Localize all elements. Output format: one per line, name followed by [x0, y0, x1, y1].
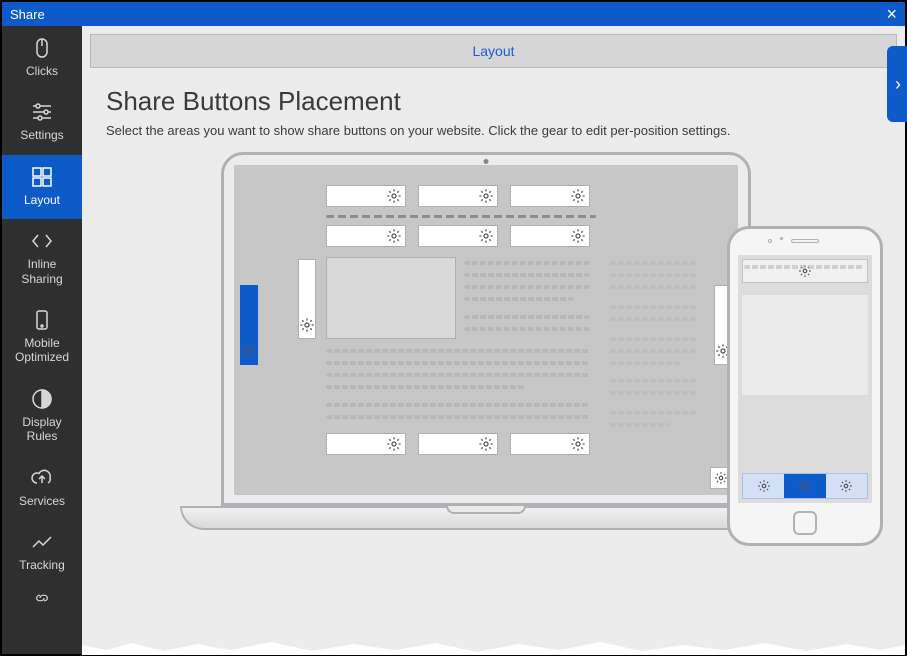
analytics-icon — [30, 530, 54, 554]
sidebar-item-label: Services — [19, 494, 65, 508]
laptop-camera-icon — [484, 159, 489, 164]
tab-label: Layout — [472, 43, 514, 59]
sidebar-item-tracking[interactable]: Tracking — [2, 520, 82, 584]
sidebar-item-display-rules[interactable]: Display Rules — [2, 377, 82, 456]
slot-top-center[interactable] — [418, 185, 498, 207]
slot-bottom-right[interactable] — [510, 433, 590, 455]
grid-icon — [30, 165, 54, 189]
phone-content-placeholder — [742, 295, 868, 395]
sidebar-item-settings[interactable]: Settings — [2, 90, 82, 154]
content-area: Layout Share Buttons Placement Select th… — [82, 26, 905, 654]
sidebar-item-label: Clicks — [26, 64, 58, 78]
sidebar-item-inline-sharing[interactable]: Inline Sharing — [2, 219, 82, 298]
titlebar: Share × — [2, 2, 905, 26]
image-placeholder — [326, 257, 456, 339]
sidebar-item-label: Inline Sharing — [6, 257, 78, 286]
slot-header-left[interactable] — [326, 225, 406, 247]
laptop-preview — [180, 152, 792, 530]
slot-bottom-center[interactable] — [418, 433, 498, 455]
contrast-icon — [30, 387, 54, 411]
slot-header-center[interactable] — [418, 225, 498, 247]
sidebar-item-layout[interactable]: Layout — [2, 155, 82, 219]
slot-top-right[interactable] — [510, 185, 590, 207]
close-icon[interactable]: × — [886, 4, 897, 25]
side-handle[interactable]: › — [887, 46, 907, 122]
page-title: Share Buttons Placement — [106, 86, 881, 117]
sidebar-item-label: Tracking — [19, 558, 65, 572]
slot-left[interactable] — [240, 285, 258, 365]
slot-bottom-left[interactable] — [326, 433, 406, 455]
mouse-icon — [30, 36, 54, 60]
phone-sensor-icon — [780, 237, 783, 240]
mobile-icon — [30, 308, 54, 332]
sidebar-item-label: Mobile Optimized — [6, 336, 78, 365]
tab-layout[interactable]: Layout — [90, 34, 897, 68]
sidebar-item-mobile-optimized[interactable]: Mobile Optimized — [2, 298, 82, 377]
sidebar-item-label: Layout — [24, 193, 60, 207]
sidebar-item-clicks[interactable]: Clicks — [2, 26, 82, 90]
sliders-icon — [30, 100, 54, 124]
cloud-upload-icon — [30, 466, 54, 490]
sidebar: Clicks Settings Layout Inline Sharing Mo… — [2, 26, 82, 654]
sidebar-item-more[interactable] — [2, 584, 82, 612]
placement-canvas — [82, 152, 905, 654]
slot-mobile-bottom-left[interactable] — [743, 474, 784, 498]
slot-mobile-top[interactable] — [742, 259, 868, 283]
code-icon — [30, 229, 54, 253]
link-icon — [31, 590, 53, 606]
mobile-bottom-bar — [742, 473, 868, 499]
window-title: Share — [10, 7, 45, 22]
sidebar-item-label: Display Rules — [6, 415, 78, 444]
phone-speaker-icon — [791, 239, 819, 243]
phone-home-button-icon — [793, 511, 817, 535]
phone-camera-icon — [768, 239, 772, 243]
page-subtitle: Select the areas you want to show share … — [106, 123, 881, 138]
divider — [326, 215, 596, 218]
slot-mobile-bottom-right[interactable] — [826, 474, 867, 498]
slot-mobile-bottom-center[interactable] — [784, 474, 825, 498]
slot-content-side[interactable] — [298, 259, 316, 339]
sidebar-item-label: Settings — [20, 128, 63, 142]
slot-header-right[interactable] — [510, 225, 590, 247]
chevron-right-icon: › — [895, 74, 901, 95]
slot-top-left[interactable] — [326, 185, 406, 207]
phone-preview — [727, 226, 883, 546]
sidebar-item-services[interactable]: Services — [2, 456, 82, 520]
